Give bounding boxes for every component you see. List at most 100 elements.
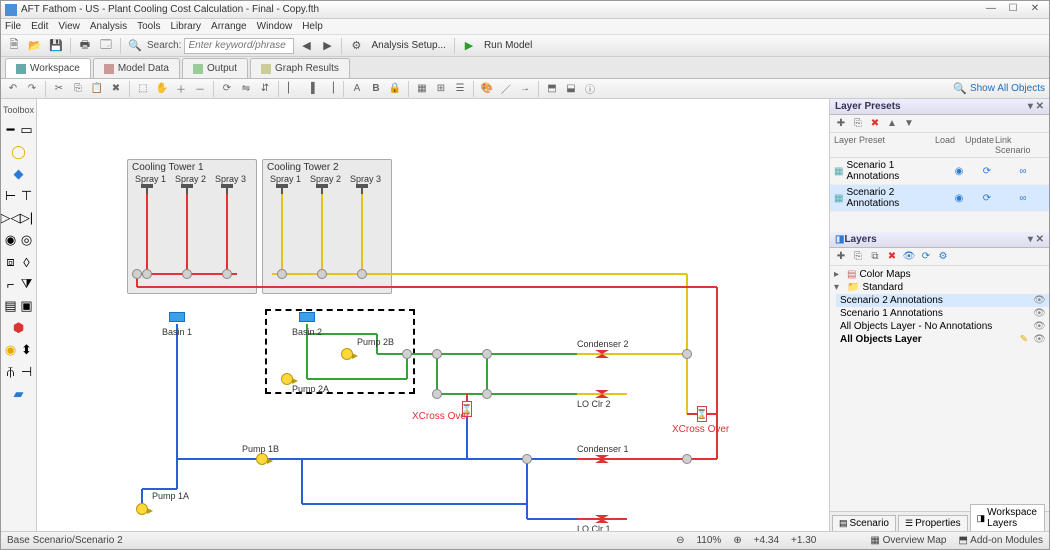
addon-modules-button[interactable]: ⬒ Add-on Modules [958, 535, 1043, 546]
dead-end-icon[interactable]: ⊣ [20, 363, 34, 381]
grid-icon[interactable]: ▦ [414, 81, 430, 97]
search-prev-icon[interactable]: ◀ [297, 37, 315, 55]
flip-v-icon[interactable]: ⇵ [257, 81, 273, 97]
new-icon[interactable]: 🗎 [5, 37, 23, 55]
select-icon[interactable]: ⬚ [135, 81, 151, 97]
lock-icon[interactable]: 🔒 [387, 81, 403, 97]
junction[interactable] [402, 349, 412, 359]
layer-item[interactable]: Scenario 1 Annotations 👁 [836, 307, 1049, 320]
align-right-icon[interactable]: ▕ [322, 81, 338, 97]
menu-edit[interactable]: Edit [31, 21, 48, 32]
tab-workspace-layers[interactable]: ◨ Workspace Layers [970, 504, 1045, 531]
junction[interactable] [482, 349, 492, 359]
basin-junction[interactable] [299, 312, 315, 322]
link-scenario-icon[interactable]: ∞ [1001, 166, 1045, 177]
check-valve-icon[interactable]: ▷| [20, 209, 34, 227]
load-preset-icon[interactable]: ◉ [945, 166, 973, 177]
ungroup-icon[interactable]: ⬓ [563, 81, 579, 97]
spray-icon[interactable]: ⬢ [5, 319, 33, 337]
heat-exchanger-junction[interactable] [697, 406, 707, 422]
eye-icon[interactable]: 👁 [1033, 334, 1045, 345]
branch-icon[interactable]: ⊢ [4, 187, 18, 205]
spray-junction[interactable] [141, 184, 153, 188]
tab-workspace[interactable]: Workspace [5, 58, 91, 78]
junction[interactable] [482, 389, 492, 399]
delete-icon[interactable]: ✖ [108, 81, 124, 97]
text-icon[interactable]: A [349, 81, 365, 97]
area-change-icon[interactable]: ⧩ [20, 275, 34, 293]
pump-junction[interactable] [341, 348, 353, 360]
close-panel-icon[interactable]: ▾ ✕ [1028, 234, 1044, 245]
annotation-tool-icon[interactable]: ▭ [20, 121, 34, 139]
print-icon[interactable]: 🖶 [76, 37, 94, 55]
layer-item[interactable]: All Objects Layer ✎ 👁 [836, 333, 1049, 346]
line-icon[interactable]: ／ [498, 81, 514, 97]
workspace-canvas[interactable]: Cooling Tower 1 Cooling Tower 2 [37, 99, 829, 531]
junction[interactable] [182, 269, 192, 279]
junction[interactable] [277, 269, 287, 279]
pencil-icon[interactable]: ✎ [1018, 334, 1030, 345]
delete-preset-icon[interactable]: ✖ [868, 117, 882, 131]
orifice-icon[interactable]: ◊ [20, 253, 34, 271]
copy-icon[interactable]: ⎘ [70, 81, 86, 97]
down-preset-icon[interactable]: ▼ [902, 117, 916, 131]
junction[interactable] [142, 269, 152, 279]
snap-icon[interactable]: ⊞ [433, 81, 449, 97]
layer-group-colormaps[interactable]: ▸▤ Color Maps [830, 268, 1049, 281]
tank-icon[interactable]: ▰ [5, 385, 33, 403]
preview-icon[interactable]: 🗔 [97, 37, 115, 55]
zoom-minus-icon[interactable]: ⊖ [676, 535, 684, 546]
control-valve-icon[interactable]: ◉ [4, 341, 18, 359]
pump-junction[interactable] [136, 503, 148, 515]
tab-output[interactable]: Output [182, 58, 248, 78]
load-preset-icon[interactable]: ◉ [945, 193, 973, 204]
clone-layer-icon[interactable]: ⎘ [851, 250, 865, 264]
hx-icon[interactable]: ⧈ [4, 253, 18, 271]
run-icon[interactable]: ▶ [460, 37, 478, 55]
reload-layer-icon[interactable]: ⟳ [919, 250, 933, 264]
new-preset-icon[interactable]: ✚ [834, 117, 848, 131]
layer-item[interactable]: All Objects Layer - No Annotations 👁 [836, 320, 1049, 333]
screen-icon[interactable]: ▤ [4, 297, 18, 315]
settings-layer-icon[interactable]: ⚙ [936, 250, 950, 264]
search-input[interactable] [184, 38, 294, 54]
relief-valve-icon[interactable]: ⬍ [20, 341, 34, 359]
clone-preset-icon[interactable]: ⎘ [851, 117, 865, 131]
eye-icon[interactable]: 👁 [1033, 308, 1045, 319]
valve-icon[interactable]: ▷◁ [4, 209, 18, 227]
assigned-pressure-icon[interactable]: ◆ [5, 165, 33, 183]
minimize-button[interactable]: — [981, 3, 1001, 17]
delete-layer-icon[interactable]: ✖ [885, 250, 899, 264]
junction[interactable] [432, 389, 442, 399]
pipe-tool-icon[interactable]: ━ [4, 121, 18, 139]
junction[interactable] [432, 349, 442, 359]
update-preset-icon[interactable]: ⟳ [973, 166, 1001, 177]
junction[interactable] [682, 454, 692, 464]
tab-properties[interactable]: ☰ Properties [898, 515, 968, 531]
zoom-in-icon[interactable]: ＋ [173, 81, 189, 97]
info-icon[interactable]: ⓘ [582, 81, 598, 97]
menu-arrange[interactable]: Arrange [211, 21, 247, 32]
tab-graph-results[interactable]: Graph Results [250, 58, 350, 78]
close-button[interactable]: ✕ [1025, 3, 1045, 17]
compressor-icon[interactable]: ◎ [20, 231, 34, 249]
zoom-plus-icon[interactable]: ⊕ [733, 535, 741, 546]
tab-model-data[interactable]: Model Data [93, 58, 180, 78]
menu-help[interactable]: Help [302, 21, 323, 32]
analysis-setup-button[interactable]: Analysis Setup... [368, 40, 448, 51]
spray-junction[interactable] [356, 184, 368, 188]
arrow-icon[interactable]: → [517, 81, 533, 97]
close-panel-icon[interactable]: ▾ ✕ [1028, 101, 1044, 112]
rotate-icon[interactable]: ⟳ [219, 81, 235, 97]
up-preset-icon[interactable]: ▲ [885, 117, 899, 131]
menu-window[interactable]: Window [257, 21, 293, 32]
pan-icon[interactable]: ✋ [154, 81, 170, 97]
bend-icon[interactable]: ⌐ [4, 275, 18, 293]
redo-icon[interactable]: ↷ [24, 81, 40, 97]
search-next-icon[interactable]: ▶ [318, 37, 336, 55]
paste-icon[interactable]: 📋 [89, 81, 105, 97]
group-icon[interactable]: ⬒ [544, 81, 560, 97]
show-all-objects-button[interactable]: Show All Objects [953, 82, 1045, 95]
run-model-button[interactable]: Run Model [481, 40, 535, 51]
menu-file[interactable]: File [5, 21, 21, 32]
